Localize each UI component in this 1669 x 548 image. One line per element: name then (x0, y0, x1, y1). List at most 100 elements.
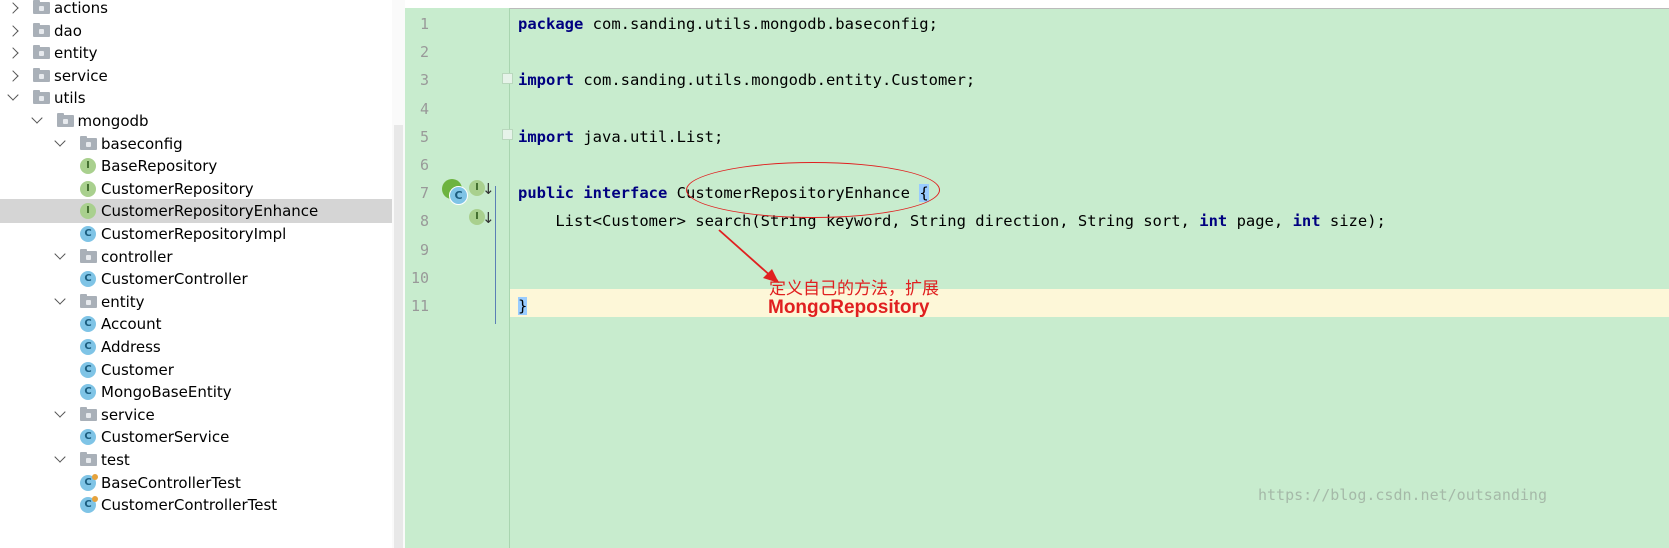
tree-item[interactable]: actions (0, 0, 405, 20)
tree-item-label: actions (54, 0, 108, 17)
tree-item[interactable]: entity (0, 290, 405, 314)
folder-icon (33, 22, 50, 37)
line-number: 4 (419, 99, 429, 118)
tree-item-label: dao (54, 21, 82, 40)
tree-item[interactable]: service (0, 64, 405, 88)
tree-item-label: CustomerRepository (101, 179, 254, 198)
tree-item[interactable]: I CustomerRepository (0, 177, 405, 201)
class-icon: C (80, 361, 96, 378)
tree-item[interactable]: mongodb (0, 109, 405, 133)
test-class-icon: C (80, 496, 98, 514)
code-line[interactable]: import com.sanding.utils.mongodb.entity.… (518, 66, 975, 94)
tree-item-label: CustomerController (101, 270, 248, 289)
chevron-down-icon[interactable] (54, 406, 66, 418)
class-icon: C (80, 384, 96, 401)
editor-gutter: 1 2 3 4 5 6 7 8 9 10 11 (405, 8, 510, 548)
folder-icon (56, 113, 74, 127)
folder-icon (80, 406, 97, 421)
chevron-right-icon[interactable] (7, 70, 19, 82)
code-text: com.sanding.utils.mongodb.entity.Custome… (574, 71, 976, 90)
code-line[interactable]: import java.util.List; (518, 123, 723, 151)
code-keyword: int (1199, 212, 1228, 231)
code-keyword: public (518, 184, 574, 203)
tree-item-label: service (54, 66, 108, 85)
tree-item[interactable]: utils (0, 86, 405, 110)
chevron-right-icon[interactable] (7, 47, 19, 59)
line-number: 1 (419, 15, 429, 33)
code-line[interactable]: List<Customer> search(String keyword, St… (518, 207, 1386, 235)
class-icon: C (80, 271, 96, 288)
tree-item[interactable]: entity (0, 41, 405, 65)
tree-item[interactable]: C CustomerControllerTest (0, 493, 405, 517)
class-icon: C (80, 429, 96, 446)
folder-icon (33, 67, 50, 82)
tree-item-label: CustomerControllerTest (101, 496, 278, 515)
fold-marker-icon[interactable] (502, 73, 513, 84)
tree-scrollbar-thumb[interactable] (394, 125, 403, 548)
line-number: 8 (419, 212, 429, 231)
tree-item[interactable]: dao (0, 19, 405, 43)
chevron-down-icon[interactable] (54, 247, 66, 260)
code-keyword: int (1292, 212, 1321, 231)
chevron-down-icon[interactable] (30, 112, 43, 124)
tree-item-label: BaseRepository (101, 157, 218, 176)
tree-item-label: CustomerService (101, 428, 230, 447)
tree-item[interactable]: C MongoBaseEntity (0, 380, 405, 404)
project-tree: actions dao entity service utils mongodb basec… (0, 0, 405, 548)
chevron-down-icon[interactable] (54, 134, 66, 147)
code-keyword: import (518, 71, 574, 90)
tree-item[interactable]: C Customer (0, 358, 405, 382)
fold-marker-icon[interactable] (502, 129, 513, 140)
editor-tab-bar (405, 0, 1669, 9)
code-keyword: interface (583, 184, 668, 203)
code-line[interactable]: } (518, 292, 528, 320)
line-number: 3 (419, 71, 429, 90)
implemented-down-arrow-icon[interactable]: ↓ (482, 180, 495, 198)
current-line-highlight (405, 289, 1669, 317)
implemented-down-arrow-icon[interactable]: ↓ (482, 209, 495, 227)
tree-item[interactable]: C CustomerController (0, 267, 405, 291)
folder-icon (33, 45, 50, 60)
class-icon: C (80, 339, 96, 355)
tree-item[interactable]: I BaseRepository (0, 154, 405, 178)
annotation-text-chinese: 定义自己的方法，扩展 (769, 279, 939, 299)
tree-item[interactable]: C BaseControllerTest (0, 471, 405, 495)
tree-item[interactable]: C Account (0, 312, 405, 336)
tree-item[interactable]: C CustomerService (0, 425, 405, 449)
annotation-ellipse (686, 162, 940, 218)
chevron-right-icon[interactable] (7, 2, 19, 14)
chevron-down-icon[interactable] (7, 89, 19, 102)
tree-item[interactable]: controller (0, 245, 405, 269)
tree-item-label: controller (101, 247, 173, 266)
tree-item-label: test (101, 451, 130, 469)
code-text: com.sanding.utils.mongodb.baseconfig; (583, 15, 938, 33)
tree-item-label: MongoBaseEntity (101, 383, 232, 402)
tree-item-label: BaseControllerTest (101, 473, 241, 492)
interface-icon: I (80, 180, 96, 197)
tree-item[interactable]: service (0, 403, 405, 427)
code-keyword: package (518, 15, 584, 33)
tree-item[interactable]: I CustomerRepositoryEnhance (0, 199, 405, 224)
annotation-text-english: MongoRepository (768, 297, 930, 318)
tree-item[interactable]: C Address (0, 335, 405, 359)
tree-item-label: CustomerRepositoryEnhance (101, 202, 319, 221)
chevron-down-icon[interactable] (54, 451, 66, 463)
code-editor[interactable]: 1 2 3 4 5 6 7 8 9 10 11 package com.sanding.utils.… (405, 0, 1669, 548)
code-brace: } (518, 297, 528, 315)
tree-item[interactable]: baseconfig (0, 132, 405, 156)
tree-item[interactable]: C CustomerRepositoryImpl (0, 222, 405, 246)
line-number: 11 (410, 297, 429, 315)
interface-icon: I (80, 203, 96, 220)
line-number: 6 (419, 156, 429, 174)
implemented-class-icon[interactable]: C (449, 186, 468, 205)
tree-item-label: Account (101, 315, 162, 334)
chevron-down-icon[interactable] (54, 293, 66, 305)
gutter-indicator-line (495, 186, 496, 324)
tree-item-label: baseconfig (101, 134, 183, 153)
folder-icon (80, 135, 97, 150)
tree-item[interactable]: test (0, 448, 405, 472)
interface-icon: I (80, 158, 96, 175)
code-line[interactable]: package com.sanding.utils.mongodb.baseco… (518, 10, 938, 38)
chevron-right-icon[interactable] (7, 24, 19, 37)
